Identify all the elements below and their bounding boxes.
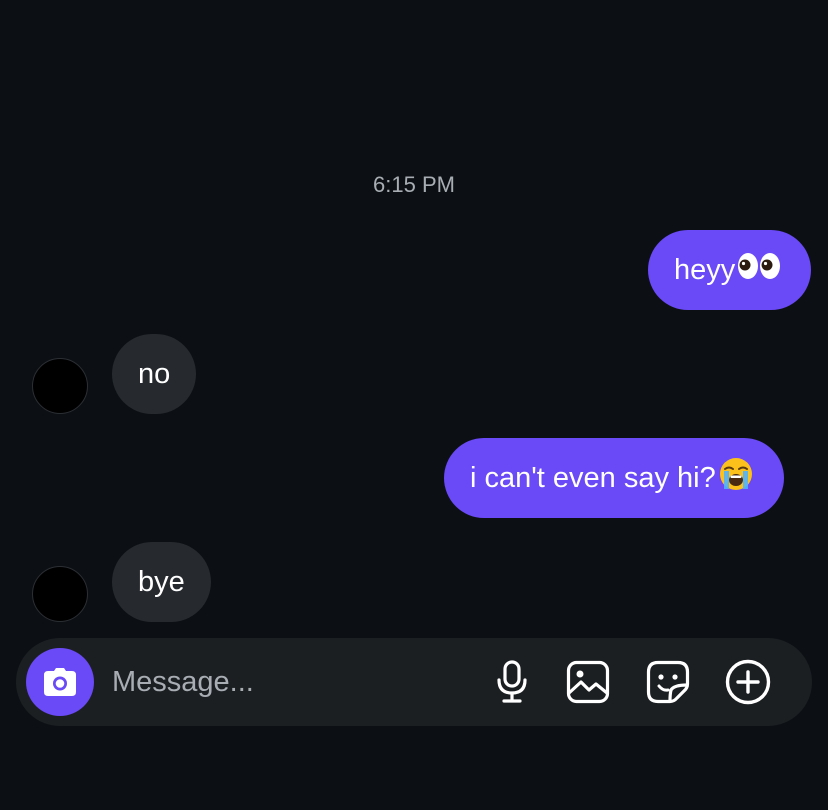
message-text: bye [138, 565, 185, 598]
gallery-button[interactable] [564, 658, 612, 706]
incoming-message-bubble[interactable]: no [112, 334, 197, 414]
microphone-icon [497, 660, 527, 703]
outgoing-message-bubble[interactable]: heyy [648, 230, 812, 310]
contact-avatar[interactable] [32, 358, 88, 414]
voice-message-button[interactable] [488, 658, 536, 706]
message-timestamp: 6:15 PM [373, 172, 455, 197]
eyes-emoji-icon [737, 251, 781, 289]
outgoing-message-bubble[interactable]: i can't even say hi? [444, 438, 784, 518]
message-text: no [138, 357, 171, 390]
sticker-button[interactable] [644, 658, 692, 706]
message-input[interactable] [112, 656, 472, 708]
sticker-icon [646, 660, 690, 704]
add-circle-icon [725, 659, 771, 705]
incoming-message-bubble[interactable]: bye [112, 542, 211, 622]
camera-button[interactable] [26, 648, 94, 716]
message-text: heyy [674, 253, 736, 286]
message-composer [16, 638, 812, 726]
more-options-button[interactable] [724, 658, 772, 706]
loudly-crying-face-emoji-icon [718, 456, 754, 500]
camera-icon [44, 668, 76, 696]
chat-screen: 6:15 PM heyy no i can't even say hi? bye… [0, 0, 828, 810]
message-text: i can't even say hi? [470, 461, 716, 494]
gallery-icon [566, 660, 610, 704]
contact-avatar[interactable] [32, 566, 88, 622]
